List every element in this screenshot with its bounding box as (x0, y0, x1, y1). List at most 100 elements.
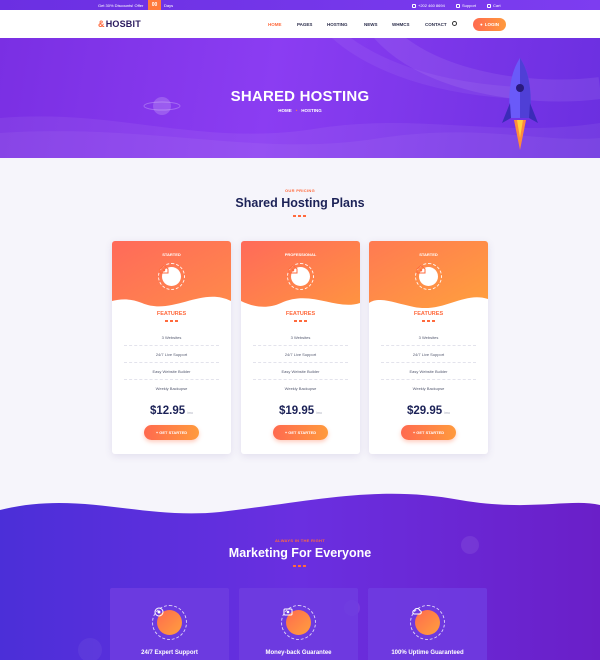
phone-icon (412, 3, 416, 8)
nav-item-whmcs[interactable]: WHMCS (392, 22, 410, 27)
price-value: $29.95 (406, 405, 443, 417)
cart-icon (487, 3, 491, 8)
promo-text: Get 30% Discounts! Offer (98, 3, 144, 8)
house-icon (416, 264, 426, 274)
feature-badge (281, 605, 316, 640)
features-title: FEATURES (156, 311, 187, 317)
logo-text: HOSBIT (105, 19, 141, 29)
features-title: FEATURES (285, 311, 316, 317)
top-bar: Get 30% Discounts! Offer 00 Days +202 46… (0, 0, 600, 10)
money-icon (283, 608, 293, 616)
features-title: FEATURES (413, 311, 444, 317)
feature-item: Weekly Backupse (284, 386, 317, 391)
nav-item-pages[interactable]: PAGES (297, 22, 312, 27)
pricing-eyebrow: OUR PRICING (285, 188, 315, 193)
phone-number: +202 460 8694 (418, 3, 445, 8)
marketing-section: ALWAYS IN THE RIGHT Marketing For Everyo… (0, 490, 600, 660)
nav-item-home[interactable]: HOME (268, 22, 282, 27)
feature-item: 24/7 Live Support (124, 346, 219, 363)
plan-price: $29.95/mo (369, 405, 488, 417)
login-button[interactable]: ● LOGIN (473, 18, 506, 31)
card-header: STARTED (112, 241, 231, 321)
feature-badge (410, 605, 445, 640)
feature-item: Easy Website Builder (124, 363, 219, 380)
feature-title: Money-back Guarantee (265, 650, 332, 656)
marketing-header: ALWAYS IN THE RIGHT Marketing For Everyo… (0, 538, 600, 567)
feature-item: 3 Websites (253, 329, 348, 346)
feature-item: 24/7 Live Support (253, 346, 348, 363)
cart-link[interactable]: Cart (487, 3, 501, 8)
user-icon: ● (480, 22, 483, 27)
plan-badge (415, 263, 442, 290)
feature-item: 24/7 Live Support (381, 346, 476, 363)
feature-item: Easy Website Builder (253, 363, 348, 380)
features-divider (422, 320, 436, 322)
breadcrumb-hosting: HOSTING (301, 108, 322, 113)
title-divider (293, 565, 307, 567)
pricing-header: OUR PRICING Shared Hosting Plans (0, 188, 600, 217)
breadcrumb-separator: • (295, 108, 298, 113)
feature-list: 3 Websites 24/7 Live Support Easy Websit… (124, 329, 219, 397)
plan-price: $12.95/mo (112, 405, 231, 417)
price-period: /mo (187, 411, 194, 415)
title-divider (293, 215, 307, 217)
page-title: SHARED HOSTING (230, 88, 370, 105)
feature-item: Easy Website Builder (381, 363, 476, 380)
support-icon (456, 3, 460, 8)
plan-price: $19.95/mo (241, 405, 360, 417)
feature-card-money-back: Money-back Guarantee (239, 588, 358, 660)
features-divider (165, 320, 179, 322)
feature-list: 3 Websites 24/7 Live Support Easy Websit… (253, 329, 348, 397)
logo-mark-icon: & (98, 19, 105, 29)
features-divider (294, 320, 308, 322)
pricing-card-professional: PROFESSIONAL FEATURES 3 Websites 24/7 Li… (241, 241, 360, 454)
get-started-button[interactable]: + GET STARTED (144, 425, 199, 440)
nav-item-hosting[interactable]: HOSTING (327, 22, 348, 27)
logo[interactable]: &HOSBIT (98, 19, 141, 29)
days-label: Days (164, 3, 174, 8)
marketing-title: Marketing For Everyone (228, 546, 372, 560)
feature-item: 3 Websites (381, 329, 476, 346)
get-started-button[interactable]: + GET STARTED (273, 425, 328, 440)
days-count: 00 (148, 0, 161, 10)
feature-item: 3 Websites (124, 329, 219, 346)
card-header: PROFESSIONAL (241, 241, 360, 321)
plan-tier: PROFESSIONAL (284, 252, 317, 257)
plan-tier: STARTED (162, 252, 181, 257)
price-period: /mo (444, 411, 451, 415)
breadcrumb-home[interactable]: HOME (278, 108, 292, 113)
login-label: LOGIN (484, 22, 499, 27)
feature-list: 3 Websites 24/7 Live Support Easy Websit… (381, 329, 476, 397)
cart-label: Cart (493, 3, 501, 8)
feature-title: 24/7 Expert Support (141, 650, 198, 656)
get-started-button[interactable]: + GET STARTED (401, 425, 456, 440)
feature-badge (152, 605, 187, 640)
plan-badge (158, 263, 185, 290)
pricing-card-started: STARTED FEATURES 3 Websites 24/7 Live Su… (112, 241, 231, 454)
support-link[interactable]: Support (456, 3, 476, 8)
marketing-eyebrow: ALWAYS IN THE RIGHT (274, 538, 325, 543)
phone-link[interactable]: +202 460 8694 (412, 3, 445, 8)
feature-item: Weekly Backupse (155, 386, 188, 391)
house-icon (159, 264, 169, 274)
cloud-uptime-icon (412, 607, 422, 615)
pricing-card-started-2: STARTED FEATURES 3 Websites 24/7 Live Su… (369, 241, 488, 454)
plan-tier: STARTED (419, 252, 438, 257)
card-header: STARTED (369, 241, 488, 321)
breadcrumb: HOME • HOSTING (0, 108, 600, 113)
nav-item-news[interactable]: NEWS (364, 22, 378, 27)
pricing-title: Shared Hosting Plans (235, 196, 365, 210)
price-value: $12.95 (149, 405, 186, 417)
house-icon (288, 264, 298, 274)
feature-item: Weekly Backupse (412, 386, 445, 391)
feature-card-support: 24/7 Expert Support (110, 588, 229, 660)
support-label: Support (462, 3, 477, 8)
plan-badge (287, 263, 314, 290)
support-expert-icon (154, 607, 164, 617)
feature-title: 100% Uptime Guaranteed (391, 650, 464, 656)
price-period: /mo (316, 411, 323, 415)
price-value: $19.95 (278, 405, 315, 417)
search-icon[interactable] (452, 21, 457, 26)
nav-item-contact[interactable]: CONTACT (425, 22, 447, 27)
hero-banner: SHARED HOSTING HOME • HOSTING (0, 38, 600, 158)
